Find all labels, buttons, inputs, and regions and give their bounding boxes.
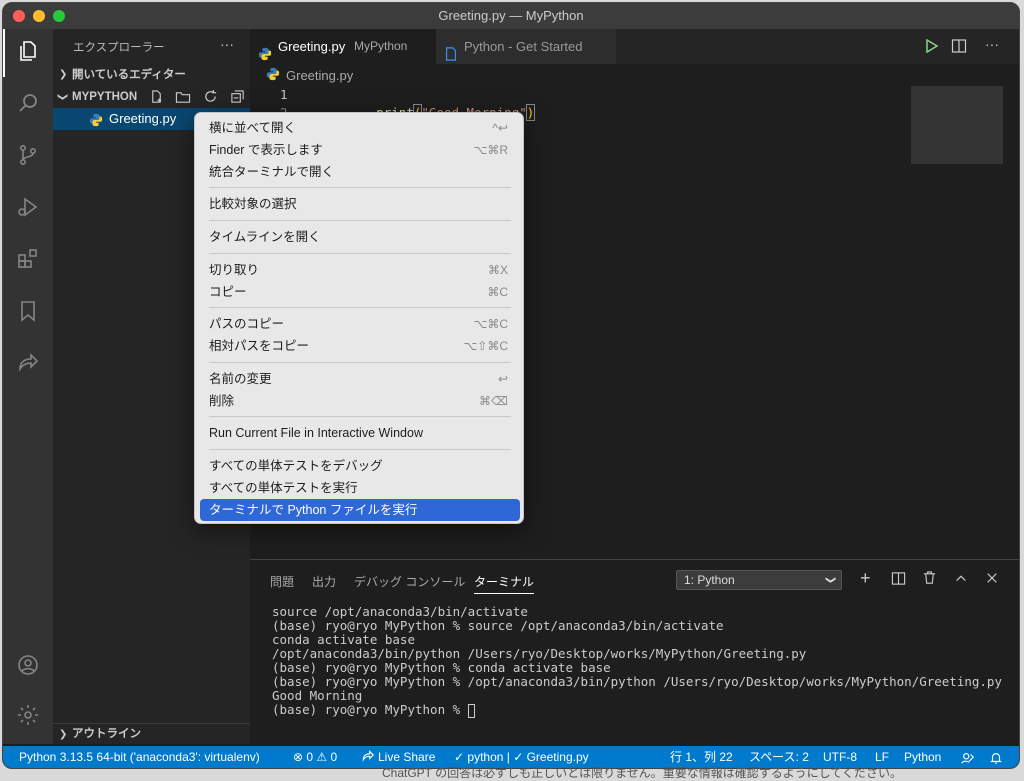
panel-tab-output[interactable]: 出力 xyxy=(312,573,336,590)
more-actions-button[interactable]: ··· xyxy=(220,36,234,52)
run-debug-icon[interactable] xyxy=(15,195,41,221)
terminal-line: source /opt/anaconda3/bin/activate xyxy=(272,604,528,619)
menu-separator xyxy=(209,362,511,363)
maximize-panel-icon[interactable] xyxy=(954,571,968,590)
menu-copy-relative-path[interactable]: 相対パスをコピー ⌥⇧⌘C xyxy=(200,335,520,357)
panel-tab-problems[interactable]: 問題 xyxy=(270,573,294,590)
open-editors-section[interactable]: ❯ 開いているエディター xyxy=(53,65,250,85)
tab-bar: Greeting.py MyPython Python - Get Starte… xyxy=(250,29,1019,64)
footer-caption: ChatGPT の回答は必ずしも正しいとは限りません。重要な情報は確認するように… xyxy=(382,766,903,780)
language-mode[interactable]: Python xyxy=(904,746,941,768)
terminal-cursor xyxy=(467,703,475,718)
close-panel-icon[interactable] xyxy=(985,571,999,590)
menu-copy[interactable]: コピー ⌘C xyxy=(200,281,520,303)
menu-run-all-tests[interactable]: すべての単体テストを実行 xyxy=(200,477,520,499)
trash-icon[interactable] xyxy=(922,570,937,590)
tab-greeting[interactable]: Greeting.py MyPython xyxy=(250,29,436,64)
gear-icon[interactable] xyxy=(15,703,41,729)
feedback-icon[interactable] xyxy=(961,750,975,768)
live-share-icon xyxy=(361,747,375,768)
minimap[interactable] xyxy=(911,86,1003,164)
python-interpreter[interactable]: Python 3.13.5 64-bit ('anaconda3': virtu… xyxy=(19,746,260,768)
minimize-window-button[interactable] xyxy=(33,10,45,22)
terminal-output[interactable]: source /opt/anaconda3/bin/activate (base… xyxy=(250,602,1019,742)
terminal-prompt: (base) ryo@ryo MyPython % xyxy=(272,702,475,718)
run-file-icon[interactable] xyxy=(923,38,939,59)
chevron-right-icon: ❯ xyxy=(59,69,68,80)
menu-reveal-in-finder[interactable]: Finder で表示します ⌥⌘R xyxy=(200,139,520,161)
terminal-line: (base) ryo@ryo MyPython % conda activate… xyxy=(272,660,611,675)
context-menu: 横に並べて開く ^↩ Finder で表示します ⌥⌘R 統合ターミナルで開く 比較… xyxy=(194,112,524,524)
document-icon xyxy=(444,39,458,74)
zoom-window-button[interactable] xyxy=(53,10,65,22)
menu-separator xyxy=(209,307,511,308)
breadcrumb[interactable]: Greeting.py xyxy=(266,67,353,85)
menu-separator xyxy=(209,416,511,417)
folder-section[interactable]: ❯ MYPYTHON xyxy=(53,87,250,107)
bottom-panel: 問題 出力 デバッグ コンソール ターミナル 1: Python ❯ + sou… xyxy=(250,559,1019,744)
menu-run-python-in-terminal[interactable]: ターミナルで Python ファイルを実行 xyxy=(200,499,520,521)
bell-icon[interactable] xyxy=(989,750,1003,768)
title-bar: Greeting.py — MyPython xyxy=(3,3,1019,29)
live-share-icon[interactable] xyxy=(15,349,41,375)
new-file-icon[interactable] xyxy=(149,89,164,110)
collapse-all-icon[interactable] xyxy=(230,89,245,110)
terminal-line: (base) ryo@ryo MyPython % /opt/anaconda3… xyxy=(272,674,1002,689)
terminal-line: Good Morning xyxy=(272,688,363,703)
source-control-icon[interactable] xyxy=(15,143,41,169)
close-window-button[interactable] xyxy=(13,10,25,22)
menu-separator xyxy=(209,449,511,450)
chevron-down-icon: ❯ xyxy=(824,575,836,585)
terminal-line: conda activate base xyxy=(272,632,415,647)
bookmark-icon[interactable] xyxy=(15,299,41,325)
more-actions-icon[interactable]: ··· xyxy=(985,36,999,52)
split-editor-icon[interactable] xyxy=(951,38,967,59)
menu-delete[interactable]: 削除 ⌘⌫ xyxy=(200,390,520,412)
split-terminal-icon[interactable] xyxy=(891,571,906,591)
menu-cut[interactable]: 切り取り ⌘X xyxy=(200,259,520,281)
chevron-down-icon: ❯ xyxy=(57,92,69,102)
panel-tab-terminal[interactable]: ターミナル xyxy=(474,573,535,594)
menu-separator xyxy=(209,253,511,254)
menu-separator xyxy=(209,220,511,221)
new-folder-icon[interactable] xyxy=(175,89,191,110)
menu-copy-path[interactable]: パスのコピー ⌥⌘C xyxy=(200,313,520,335)
chevron-right-icon: ❯ xyxy=(59,729,68,740)
menu-open-to-side[interactable]: 横に並べて開く ^↩ xyxy=(200,117,520,139)
menu-rename[interactable]: 名前の変更 ↩ xyxy=(200,368,520,390)
window-title: Greeting.py — MyPython xyxy=(438,8,584,23)
problems-count[interactable]: ⊗ 0 ⚠ 0 xyxy=(293,746,337,768)
python-file-icon xyxy=(89,112,103,134)
python-file-icon xyxy=(266,67,280,86)
line-number: 1 xyxy=(280,87,288,102)
sidebar-header: エクスプローラー xyxy=(73,42,165,54)
terminal-line: (base) ryo@ryo MyPython % source /opt/an… xyxy=(272,618,724,633)
activity-bar xyxy=(3,29,53,744)
menu-open-timeline[interactable]: タイムラインを開く xyxy=(200,226,520,248)
extensions-icon[interactable] xyxy=(15,247,41,273)
menu-open-in-terminal[interactable]: 統合ターミナルで開く xyxy=(200,161,520,183)
outline-section[interactable]: ❯ アウトライン xyxy=(53,723,250,744)
menu-debug-all-tests[interactable]: すべての単体テストをデバッグ xyxy=(200,455,520,477)
files-icon[interactable] xyxy=(15,39,41,65)
menu-separator xyxy=(209,187,511,188)
panel-tab-debug-console[interactable]: デバッグ コンソール xyxy=(354,573,465,590)
menu-select-for-compare[interactable]: 比較対象の選択 xyxy=(200,193,520,215)
new-terminal-icon[interactable]: + xyxy=(860,568,871,588)
tab-get-started[interactable]: Python - Get Started xyxy=(436,29,616,64)
terminal-line: /opt/anaconda3/bin/python /Users/ryo/Des… xyxy=(272,646,807,661)
refresh-icon[interactable] xyxy=(203,89,218,110)
account-icon[interactable] xyxy=(15,653,41,679)
terminal-select[interactable]: 1: Python ❯ xyxy=(676,570,842,590)
search-icon[interactable] xyxy=(15,91,41,117)
menu-run-interactive[interactable]: Run Current File in Interactive Window xyxy=(200,422,520,444)
